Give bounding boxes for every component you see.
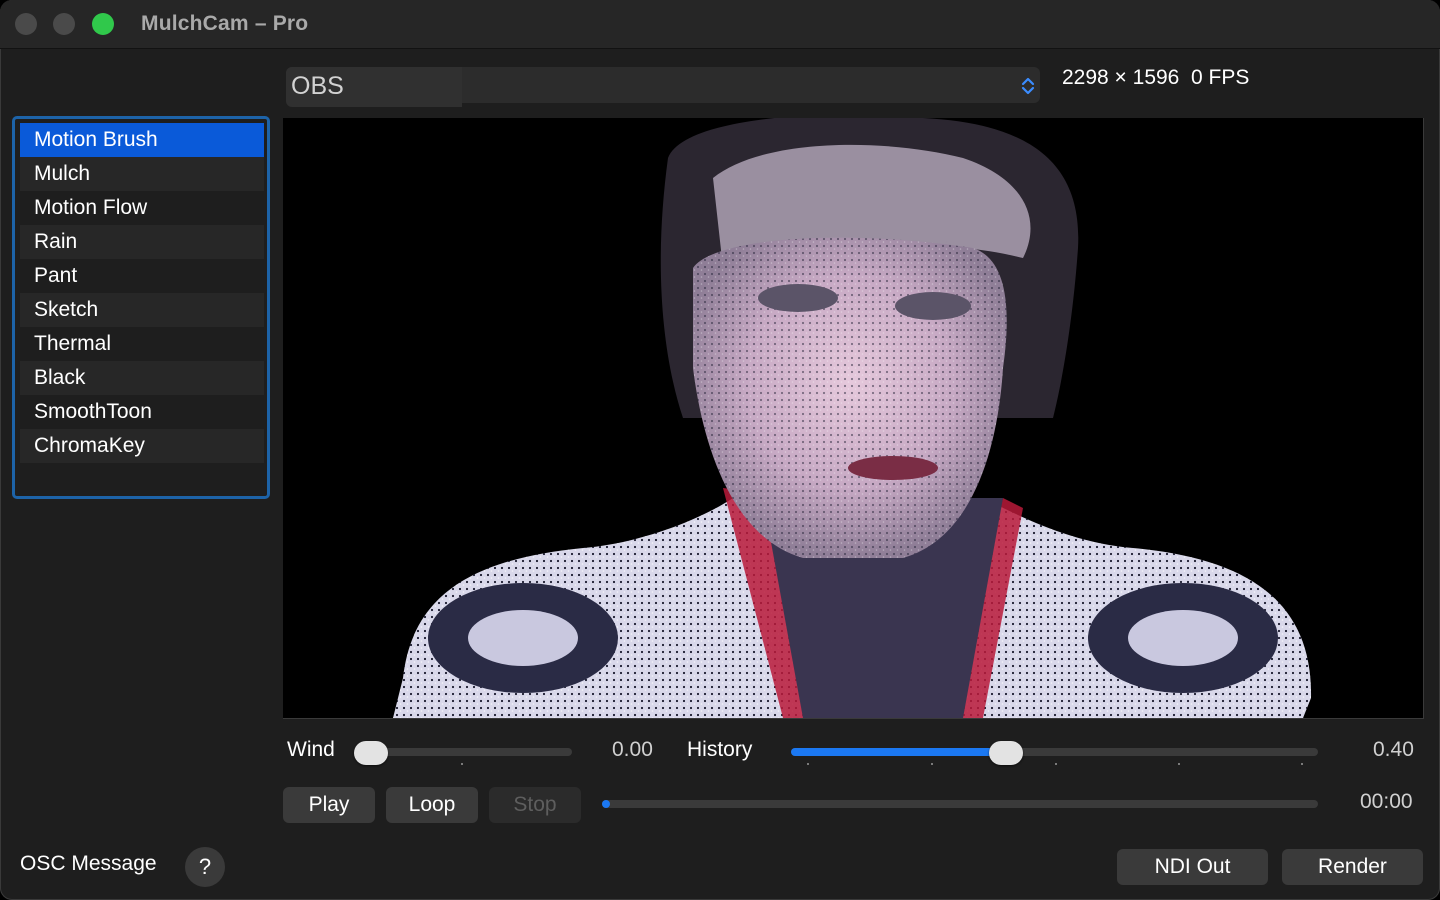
history-value: 0.40 xyxy=(1373,738,1414,761)
video-preview xyxy=(283,114,1424,719)
history-slider-tick xyxy=(1178,763,1180,765)
playback-progress xyxy=(602,800,610,808)
effects-list-items: Motion Brush Mulch Motion Flow Rain Pant Sket… xyxy=(20,123,264,493)
osc-message-label: OSC Message xyxy=(20,852,157,875)
source-select[interactable]: OBS xyxy=(286,67,1040,107)
effect-item[interactable]: SmoothToon xyxy=(20,395,264,429)
wind-slider-knob[interactable] xyxy=(354,741,388,765)
effect-item[interactable]: Rain xyxy=(20,225,264,259)
stop-button[interactable]: Stop xyxy=(489,787,581,823)
zoom-window-button[interactable] xyxy=(92,13,114,35)
effect-item[interactable]: Black xyxy=(20,361,264,395)
effect-item[interactable]: Sketch xyxy=(20,293,264,327)
effect-item[interactable]: Mulch xyxy=(20,157,264,191)
preview-image xyxy=(283,114,1423,718)
effect-item[interactable]: Pant xyxy=(20,259,264,293)
effect-item[interactable]: Motion Brush xyxy=(20,123,264,157)
effect-item[interactable]: Motion Flow xyxy=(20,191,264,225)
help-button[interactable]: ? xyxy=(185,847,225,887)
wind-slider[interactable] xyxy=(357,748,572,756)
render-button[interactable]: Render xyxy=(1282,849,1423,885)
window-title: MulchCam – Pro xyxy=(141,12,309,35)
effect-item[interactable]: Thermal xyxy=(20,327,264,361)
wind-label: Wind xyxy=(287,738,335,761)
history-slider-fill xyxy=(791,748,1002,756)
history-slider[interactable] xyxy=(791,748,1318,756)
history-slider-knob[interactable] xyxy=(989,741,1023,765)
source-select-value: OBS xyxy=(291,72,344,100)
wind-slider-tick xyxy=(461,763,463,765)
playback-time: 00:00 xyxy=(1360,790,1413,813)
history-slider-tick xyxy=(931,763,933,765)
loop-button[interactable]: Loop xyxy=(386,787,478,823)
app-window: MulchCam – Pro OBS 2298 × 1596 0 FPS Mot… xyxy=(0,0,1440,900)
effect-item[interactable]: ChromaKey xyxy=(20,429,264,463)
wind-value: 0.00 xyxy=(612,738,653,761)
up-down-chevron-icon xyxy=(1021,77,1035,95)
title-bar: MulchCam – Pro xyxy=(0,0,1440,49)
close-window-button[interactable] xyxy=(15,13,37,35)
fps-text: 0 FPS xyxy=(1191,66,1250,89)
history-slider-tick xyxy=(807,763,809,765)
resolution-readout: 2298 × 1596 0 FPS xyxy=(1062,66,1249,90)
minimize-window-button[interactable] xyxy=(53,13,75,35)
history-slider-tick xyxy=(1055,763,1057,765)
play-button[interactable]: Play xyxy=(283,787,375,823)
resolution-text: 2298 × 1596 xyxy=(1062,66,1180,89)
playback-scrubber[interactable] xyxy=(602,800,1318,808)
history-label: History xyxy=(687,738,753,761)
effects-list[interactable]: Motion Brush Mulch Motion Flow Rain Pant Sket… xyxy=(12,116,270,499)
history-slider-tick xyxy=(1301,763,1303,765)
ndi-out-button[interactable]: NDI Out xyxy=(1117,849,1268,885)
